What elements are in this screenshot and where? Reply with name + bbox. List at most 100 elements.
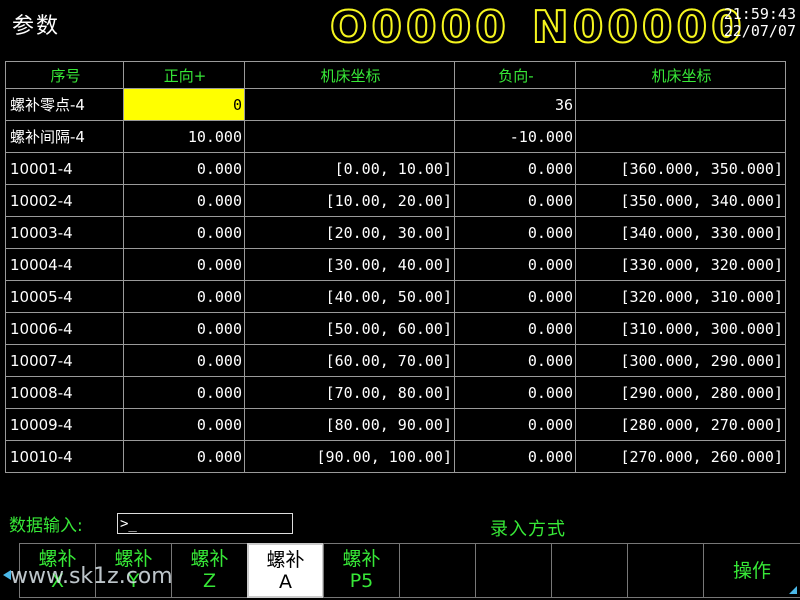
negative-value-cell[interactable]: 0.000 — [454, 184, 576, 217]
data-input-label: 数据输入: — [9, 516, 83, 536]
positive-coord-cell: [40.00, 50.00] — [244, 280, 455, 313]
negative-value-cell[interactable]: 0.000 — [454, 376, 576, 409]
negative-coord-cell: [300.000, 290.000] — [575, 344, 786, 377]
negative-coord-cell: [320.000, 310.000] — [575, 280, 786, 313]
positive-value-cell[interactable]: 0.000 — [123, 184, 245, 217]
softkey-empty[interactable] — [475, 543, 552, 598]
row-name-cell: 10004-4 — [5, 248, 124, 281]
page-title: 参数 — [12, 14, 61, 39]
softkey-sublabel: X — [50, 570, 65, 592]
negative-coord-cell: [360.000, 350.000] — [575, 152, 786, 185]
positive-value-cell[interactable]: 0.000 — [123, 216, 245, 249]
softkey-operate[interactable]: 操作 — [703, 543, 800, 598]
program-number: O0000 N00000 — [329, 1, 768, 54]
positive-coord-cell — [244, 88, 455, 121]
table-row[interactable]: 螺补间隔-4 10.000 -10.000 — [5, 120, 786, 153]
negative-coord-cell — [575, 88, 786, 121]
negative-value-cell[interactable]: 0.000 — [454, 280, 576, 313]
row-name-cell: 10001-4 — [5, 152, 124, 185]
positive-value-cell[interactable]: 0.000 — [123, 280, 245, 313]
softkey-y[interactable]: 螺补 Y — [95, 543, 172, 598]
positive-coord-cell: [20.00, 30.00] — [244, 216, 455, 249]
row-name-cell: 10008-4 — [5, 376, 124, 409]
positive-value-cell[interactable]: 0.000 — [123, 312, 245, 345]
softkey-label: 螺补 — [190, 548, 229, 570]
positive-value-cell[interactable]: 0.000 — [123, 440, 245, 473]
positive-coord-cell: [90.00, 100.00] — [244, 440, 455, 473]
positive-value-cell[interactable]: 0.000 — [123, 248, 245, 281]
softkey-a[interactable]: 螺补 A — [247, 543, 324, 598]
softkey-label: 螺补 — [342, 548, 381, 570]
softkey-empty[interactable] — [627, 543, 704, 598]
table-row[interactable]: 10005-4 0.000 [40.00, 50.00] 0.000 [320.000,… — [5, 280, 786, 313]
negative-value-cell[interactable]: 36 — [454, 88, 576, 121]
negative-value-cell[interactable]: -10.000 — [454, 120, 576, 153]
negative-coord-cell: [310.000, 300.000] — [575, 312, 786, 345]
negative-value-cell[interactable]: 0.000 — [454, 344, 576, 377]
positive-value-cell[interactable]: 0.000 — [123, 152, 245, 185]
row-name-cell: 螺补零点-4 — [5, 88, 124, 121]
data-input-field[interactable]: >_ — [117, 513, 293, 534]
negative-value-cell[interactable]: 0.000 — [454, 440, 576, 473]
softkey-z[interactable]: 螺补 Z — [171, 543, 248, 598]
negative-coord-cell: [350.000, 340.000] — [575, 184, 786, 217]
softkey-p5[interactable]: 螺补 P5 — [323, 543, 400, 598]
positive-coord-cell: [70.00, 80.00] — [244, 376, 455, 409]
program-n: N00000 — [531, 1, 746, 54]
positive-coord-cell: [0.00, 10.00] — [244, 152, 455, 185]
column-header: 序号 — [5, 61, 124, 89]
table-header-row: 序号 正向+ 机床坐标 负向- 机床坐标 — [5, 61, 786, 89]
row-name-cell: 螺补间隔-4 — [5, 120, 124, 153]
negative-coord-cell: [270.000, 260.000] — [575, 440, 786, 473]
positive-value-cell[interactable]: 0.000 — [123, 408, 245, 441]
negative-value-cell[interactable]: 0.000 — [454, 152, 576, 185]
row-name-cell: 10010-4 — [5, 440, 124, 473]
softkey-empty[interactable] — [551, 543, 628, 598]
negative-coord-cell: [330.000, 320.000] — [575, 248, 786, 281]
positive-value-cell[interactable]: 0 — [123, 88, 245, 121]
softkey-empty[interactable] — [399, 543, 476, 598]
negative-coord-cell: [340.000, 330.000] — [575, 216, 786, 249]
table-row[interactable]: 10006-4 0.000 [50.00, 60.00] 0.000 [310.000,… — [5, 312, 786, 345]
table-row[interactable]: 10003-4 0.000 [20.00, 30.00] 0.000 [340.000,… — [5, 216, 786, 249]
positive-value-cell[interactable]: 0.000 — [123, 376, 245, 409]
table-row[interactable]: 10010-4 0.000 [90.00, 100.00] 0.000 [270.000… — [5, 440, 786, 473]
positive-coord-cell: [10.00, 20.00] — [244, 184, 455, 217]
table-row[interactable]: 10004-4 0.000 [30.00, 40.00] 0.000 [330.000,… — [5, 248, 786, 281]
positive-coord-cell — [244, 120, 455, 153]
negative-value-cell[interactable]: 0.000 — [454, 248, 576, 281]
column-header: 正向+ — [123, 61, 245, 89]
softkey-sublabel: P5 — [349, 570, 374, 592]
table-row[interactable]: 10002-4 0.000 [10.00, 20.00] 0.000 [350.000,… — [5, 184, 786, 217]
softkey-label: 螺补 — [38, 548, 77, 570]
softkey-sublabel: A — [279, 571, 292, 593]
row-name-cell: 10005-4 — [5, 280, 124, 313]
table-row[interactable]: 10008-4 0.000 [70.00, 80.00] 0.000 [290.000,… — [5, 376, 786, 409]
row-name-cell: 10007-4 — [5, 344, 124, 377]
table-row[interactable]: 螺补零点-4 0 36 — [5, 88, 786, 121]
column-header: 机床坐标 — [244, 61, 455, 89]
softkey-x[interactable]: 螺补 X — [19, 543, 96, 598]
negative-coord-cell: [280.000, 270.000] — [575, 408, 786, 441]
negative-value-cell[interactable]: 0.000 — [454, 216, 576, 249]
softkey-label: 螺补 — [114, 548, 153, 570]
table-body: 螺补零点-4 0 36 螺补间隔-4 10.000 -10.000 10001-4 0.000… — [5, 88, 786, 473]
program-o: O0000 — [329, 1, 510, 54]
table-row[interactable]: 10001-4 0.000 [0.00, 10.00] 0.000 [360.000, … — [5, 152, 786, 185]
table-row[interactable]: 10009-4 0.000 [80.00, 90.00] 0.000 [280.000,… — [5, 408, 786, 441]
row-name-cell: 10009-4 — [5, 408, 124, 441]
negative-value-cell[interactable]: 0.000 — [454, 408, 576, 441]
softkey-label: 螺补 — [266, 549, 305, 571]
softkey-sublabel: Z — [202, 570, 217, 592]
positive-value-cell[interactable]: 0.000 — [123, 344, 245, 377]
table-row[interactable]: 10007-4 0.000 [60.00, 70.00] 0.000 [300.000,… — [5, 344, 786, 377]
row-name-cell: 10003-4 — [5, 216, 124, 249]
positive-coord-cell: [50.00, 60.00] — [244, 312, 455, 345]
negative-value-cell[interactable]: 0.000 — [454, 312, 576, 345]
clock-date: 22/07/07 — [723, 22, 796, 40]
column-header: 机床坐标 — [575, 61, 786, 89]
negative-coord-cell — [575, 120, 786, 153]
left-arrow-icon[interactable] — [3, 570, 11, 580]
corner-arrow-icon — [789, 586, 797, 594]
positive-value-cell[interactable]: 10.000 — [123, 120, 245, 153]
